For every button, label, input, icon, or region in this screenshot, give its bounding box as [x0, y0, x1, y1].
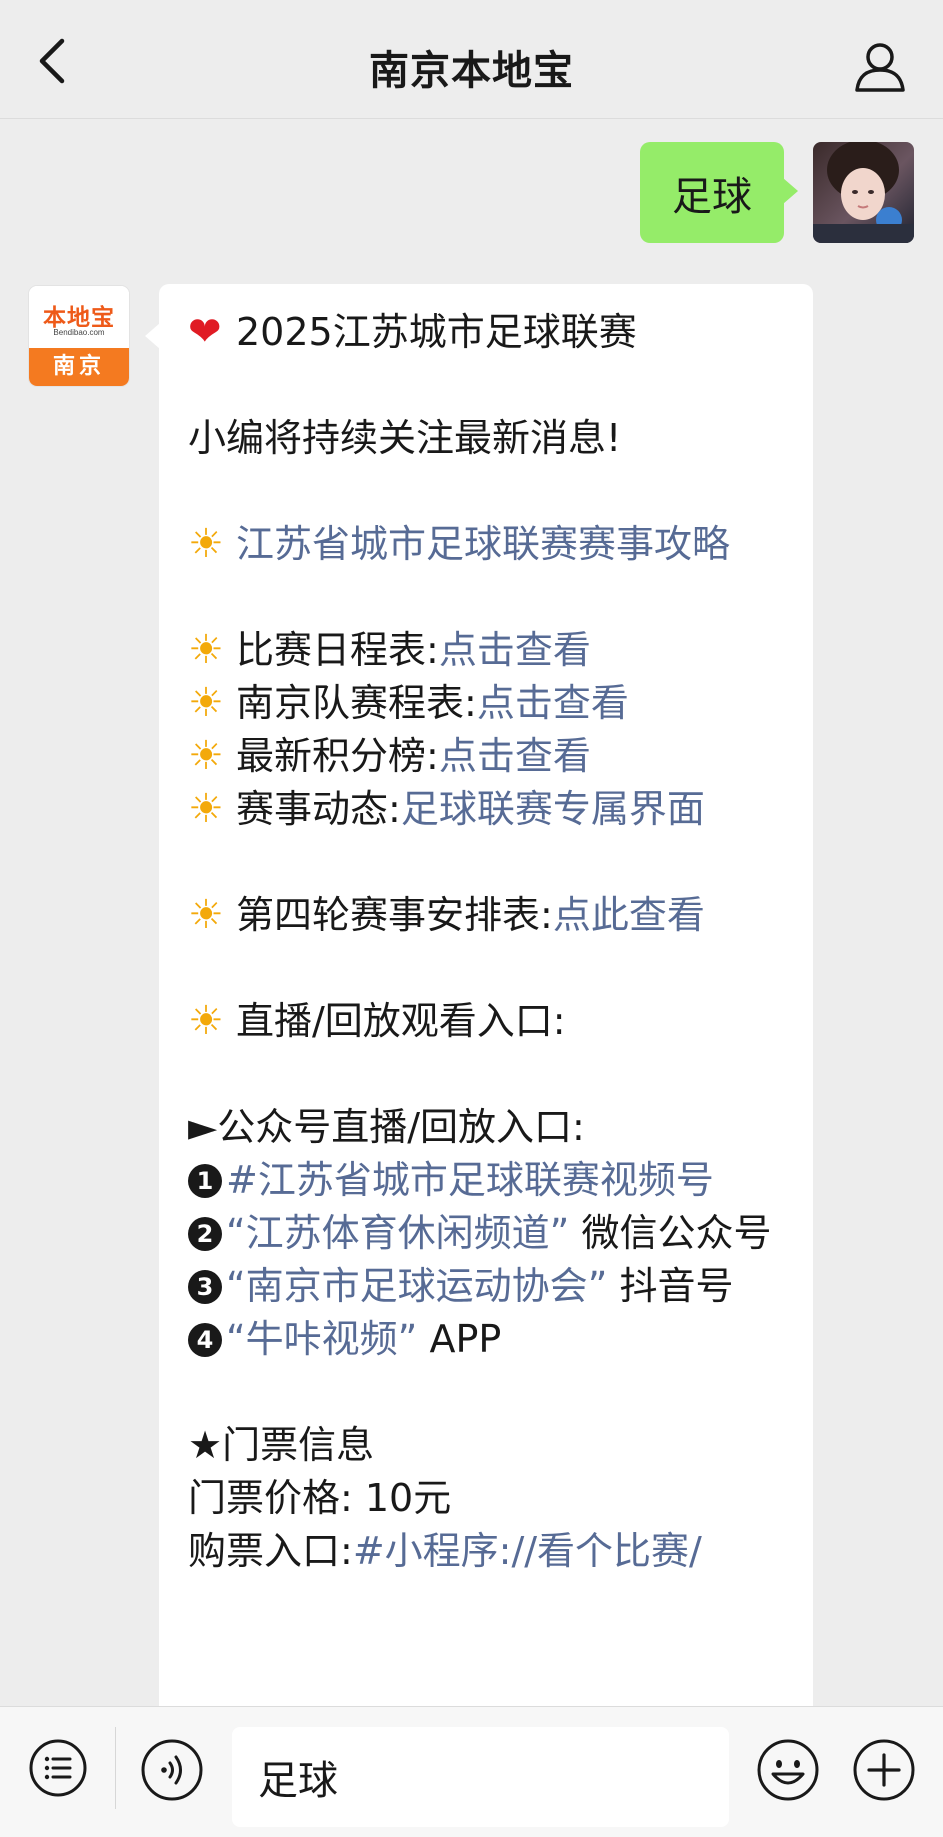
smiley-icon[interactable]	[756, 1738, 820, 1802]
ticket-header: ★门票信息	[188, 1423, 375, 1467]
number-badge: 2	[188, 1217, 222, 1251]
live-header: 直播/回放观看入口:	[236, 999, 566, 1043]
voice-icon[interactable]	[140, 1738, 204, 1802]
heart-icon: ❤	[188, 309, 222, 355]
input-divider	[115, 1727, 116, 1809]
plus-icon[interactable]	[852, 1738, 916, 1802]
user-avatar-image	[813, 142, 914, 243]
news-line: ☀ 赛事动态:足球联赛专属界面	[188, 783, 798, 836]
ticket-buy-label: 购票入口:	[188, 1529, 353, 1573]
outgoing-message-text: 足球	[672, 173, 752, 220]
message-intro: 小编将持续关注最新消息!	[188, 416, 622, 460]
standings-label: 最新积分榜:	[236, 734, 439, 778]
standings-line: ☀ 最新积分榜:点击查看	[188, 730, 798, 783]
sun-icon: ☀	[188, 680, 224, 726]
nanjing-schedule-line: ☀ 南京队赛程表:点击查看	[188, 677, 798, 730]
live-entry-link[interactable]: “牛咔视频”	[226, 1317, 417, 1361]
user-avatar[interactable]	[813, 142, 914, 243]
nanjing-schedule-link[interactable]: 点击查看	[477, 681, 629, 725]
live-header-line: ☀ 直播/回放观看入口:	[188, 995, 798, 1048]
live-entry-link[interactable]: “南京市足球运动协会”	[226, 1264, 607, 1308]
sun-icon: ☀	[188, 998, 224, 1044]
logo-brand-text: 本地宝	[43, 305, 115, 331]
number-badge: 4	[188, 1323, 222, 1357]
standings-link[interactable]: 点击查看	[439, 734, 591, 778]
live-entry: 2 “江苏体育休闲频道” 微信公众号	[188, 1207, 798, 1260]
sun-icon: ☀	[188, 733, 224, 779]
news-label: 赛事动态:	[236, 787, 401, 831]
nanjing-schedule-label: 南京队赛程表:	[236, 681, 477, 725]
live-entry-suffix: 抖音号	[607, 1264, 734, 1308]
sun-icon: ☀	[188, 521, 224, 567]
ticket-buy-line: 购票入口:#小程序://看个比赛/	[188, 1525, 798, 1578]
chat-title: 南京本地宝	[369, 48, 574, 94]
sun-icon: ☀	[188, 892, 224, 938]
round4-link[interactable]: 点此查看	[553, 893, 705, 937]
live-entry: 4 “牛咔视频” APP	[188, 1313, 798, 1366]
person-icon[interactable]	[853, 40, 907, 94]
guide-line: ☀ 江苏省城市足球联赛赛事攻略	[188, 518, 798, 571]
ticket-price: 门票价格: 10元	[188, 1476, 452, 1520]
round4-label: 第四轮赛事安排表:	[236, 893, 553, 937]
sun-icon: ☀	[188, 627, 224, 673]
live-entry: 3 “南京市足球运动协会” 抖音号	[188, 1260, 798, 1313]
bendibao-avatar[interactable]: 本地宝 Bendibao.com 南京	[29, 286, 129, 386]
message-input-value: 足球	[258, 1758, 338, 1804]
message-input[interactable]: 足球	[232, 1727, 729, 1827]
message-title-line: ❤ 2025江苏城市足球联赛	[188, 306, 798, 359]
news-link[interactable]: 足球联赛专属界面	[401, 787, 705, 831]
sun-icon: ☀	[188, 786, 224, 832]
live-sub-header: ►公众号直播/回放入口:	[188, 1105, 585, 1149]
guide-link[interactable]: 江苏省城市足球联赛赛事攻略	[236, 522, 730, 566]
top-navigation-bar: 南京本地宝	[0, 0, 943, 119]
logo-top: 本地宝 Bendibao.com	[29, 286, 129, 348]
logo-domain-text: Bendibao.com	[53, 328, 105, 337]
live-entry-link[interactable]: #江苏省城市足球联赛视频号	[226, 1158, 714, 1202]
live-entry-suffix: APP	[417, 1317, 502, 1361]
number-badge: 3	[188, 1270, 222, 1304]
ticket-buy-link[interactable]: #小程序://看个比赛/	[353, 1529, 702, 1573]
live-entry-suffix: 微信公众号	[569, 1211, 772, 1255]
message-title: 2025江苏城市足球联赛	[236, 310, 637, 354]
message-body: ❤ 2025江苏城市足球联赛 小编将持续关注最新消息! ☀ 江苏省城市足球联赛赛事攻…	[188, 306, 798, 1578]
round4-line: ☀ 第四轮赛事安排表:点此查看	[188, 889, 798, 942]
logo-city-text: 南京	[29, 348, 129, 386]
incoming-bubble-tail	[145, 323, 160, 349]
input-bar: 足球	[0, 1706, 943, 1837]
schedule-line: ☀ 比赛日程表:点击查看	[188, 624, 798, 677]
incoming-message-bubble: ❤ 2025江苏城市足球联赛 小编将持续关注最新消息! ☀ 江苏省城市足球联赛赛事攻…	[159, 284, 813, 1744]
number-badge: 1	[188, 1164, 222, 1198]
live-entry: 1 #江苏省城市足球联赛视频号	[188, 1154, 798, 1207]
schedule-link[interactable]: 点击查看	[439, 628, 591, 672]
live-entry-link[interactable]: “江苏体育休闲频道”	[226, 1211, 569, 1255]
list-menu-icon[interactable]	[28, 1738, 88, 1798]
outgoing-message-bubble[interactable]: 足球	[640, 142, 798, 243]
schedule-label: 比赛日程表:	[236, 628, 439, 672]
